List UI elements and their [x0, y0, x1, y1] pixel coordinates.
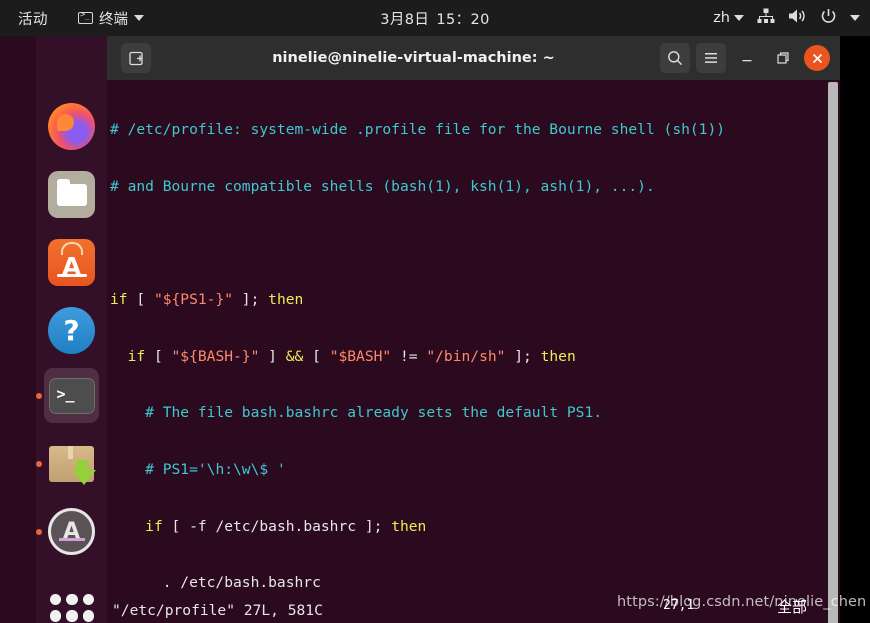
terminal-text-area[interactable]: # /etc/profile: system-wide .profile fil…	[107, 80, 840, 623]
power-icon[interactable]	[820, 8, 837, 29]
app-menu-label: 终端	[99, 11, 128, 28]
search-icon	[668, 51, 683, 66]
vim-status-line: "/etc/profile" 27L, 581C 27,1 全部	[107, 598, 840, 623]
dock-item-package-installer[interactable]	[44, 436, 99, 491]
menu-button[interactable]	[696, 43, 726, 73]
clock-time: 15：20	[436, 11, 490, 28]
terminal-window: ninelie@ninelie-virtual-machine: ~ # /et…	[107, 36, 840, 623]
dock-item-files[interactable]	[44, 167, 99, 222]
terminal-line: # and Bourne compatible shells (bash(1),…	[110, 177, 655, 195]
minimize-button[interactable]	[732, 43, 762, 73]
maximize-icon	[777, 52, 789, 64]
new-tab-icon	[128, 51, 143, 65]
grid-dot	[50, 594, 62, 606]
terminal-line: . /etc/bash.bashrc	[110, 574, 321, 592]
grid-dot	[66, 610, 78, 622]
dock-item-firefox[interactable]	[44, 99, 99, 154]
dock-item-terminal[interactable]	[44, 368, 99, 423]
help-icon: ?	[48, 307, 95, 354]
dock-item-software-updater[interactable]: A	[44, 504, 99, 559]
window-controls	[660, 36, 830, 80]
status-scroll-indicator: 全部	[777, 598, 808, 616]
terminal-icon	[78, 10, 93, 24]
input-source-indicator[interactable]: zh	[713, 10, 744, 26]
close-button[interactable]	[804, 45, 830, 71]
clock-button[interactable]: 3月8日 15：20	[380, 0, 489, 36]
system-indicators[interactable]: zh	[713, 0, 860, 36]
network-icon-svg	[757, 8, 775, 23]
terminal-line: # /etc/profile: system-wide .profile fil…	[110, 120, 726, 138]
terminal-line: if [ "${BASH-}" ] && [ "$BASH" != "/bin/…	[127, 347, 576, 365]
clock-date: 3月8日	[380, 11, 430, 28]
power-icon-svg	[821, 8, 836, 23]
files-icon	[48, 171, 95, 218]
show-applications-button[interactable]	[50, 594, 94, 623]
input-source-label: zh	[713, 10, 730, 26]
window-titlebar: ninelie@ninelie-virtual-machine: ~	[107, 36, 840, 80]
chevron-down-icon[interactable]	[850, 15, 860, 21]
network-icon[interactable]	[757, 8, 775, 28]
firefox-icon	[48, 103, 95, 150]
terminal-line: # PS1='\h:\w\$ '	[145, 461, 286, 479]
grid-dot	[50, 610, 62, 622]
grid-dot	[82, 594, 94, 606]
status-filename: "/etc/profile" 27L, 581C	[112, 602, 323, 619]
gnome-top-bar: 活动 终端 3月8日 15：20 zh	[0, 0, 870, 36]
dock-item-help[interactable]: ?	[44, 303, 99, 358]
package-install-icon	[49, 445, 96, 485]
status-cursor-position: 27,1	[663, 598, 695, 613]
grid-dot	[66, 594, 78, 606]
app-menu[interactable]: 终端	[78, 8, 144, 29]
terminal-icon	[48, 377, 95, 414]
activities-button[interactable]: 活动	[0, 8, 58, 29]
ubuntu-software-icon: A	[48, 239, 95, 286]
terminal-line: # The file bash.bashrc already sets the …	[145, 404, 603, 422]
software-updater-icon: A	[48, 508, 95, 555]
close-icon	[812, 53, 822, 63]
search-button[interactable]	[660, 43, 690, 73]
chevron-down-icon	[134, 15, 144, 21]
minimize-icon	[742, 60, 752, 62]
chevron-down-icon	[734, 15, 744, 21]
terminal-line: if [ -f /etc/bash.bashrc ]; then	[145, 517, 427, 535]
hamburger-menu-icon	[705, 53, 717, 63]
volume-icon[interactable]	[788, 8, 807, 28]
volume-icon-svg	[789, 9, 805, 23]
desktop-screen: 活动 终端 3月8日 15：20 zh	[0, 0, 870, 623]
new-tab-button[interactable]	[121, 43, 151, 73]
dock-item-ubuntu-software[interactable]: A	[44, 235, 99, 290]
terminal-line: if [ "${PS1-}" ]; then	[110, 290, 304, 308]
maximize-button[interactable]	[768, 43, 798, 73]
grid-dot	[82, 610, 94, 622]
terminal-scrollbar[interactable]	[828, 82, 838, 623]
dock: A ? A	[0, 36, 107, 623]
